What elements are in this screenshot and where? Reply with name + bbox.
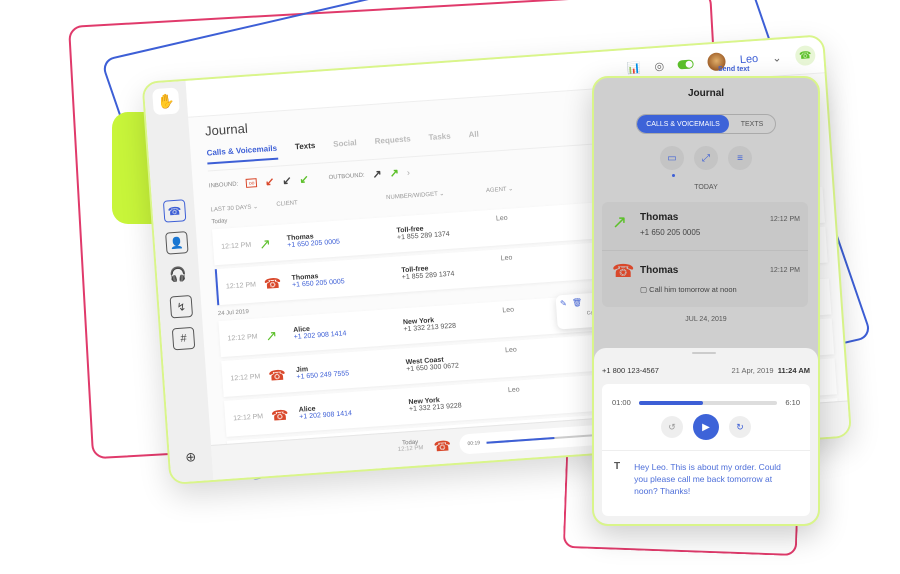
outbound-label: OUTBOUND: [328,172,365,181]
voicemail-call-icon: ☎ [433,437,452,455]
column-client: CLIENT [276,200,298,208]
mobile-journal-panel: Journal CALLS & VOICEMAILS TEXTS ▭ ⤢ ≡ T… [592,76,820,526]
outbound-call-icon: ↗ [612,212,628,232]
section-past-date: JUL 24, 2019 [685,316,727,323]
voicemail-call-icon: ☎ [270,406,290,424]
client-name: Thomas [291,273,319,282]
player-elapsed: 00:19 [467,440,481,448]
send-text-button[interactable]: Send text [718,66,750,73]
tab-all[interactable]: All [468,130,479,147]
availability-toggle[interactable] [677,58,695,69]
user-name[interactable]: Leo [739,53,758,66]
agent-name: Leo [504,346,518,355]
client-name: Alice [292,325,311,334]
mobile-title: Journal [687,88,725,99]
agent-name: Leo [500,254,513,263]
calls-card: ↗ Thomas +1 650 205 0005 12:12 PM ☎ Thom… [602,202,808,307]
player-elapsed: 01:00 [612,398,631,407]
filter-list-icon[interactable]: ≡ [728,146,752,170]
column-agent-select[interactable]: AGENT ⌄ [486,185,514,194]
player-time: 12:12 PM [397,445,424,453]
filter-outbound-icon[interactable]: ↗ [372,167,382,181]
filter-voicemail-icon[interactable]: oo [245,178,258,188]
segment-texts[interactable]: TEXTS [729,115,775,133]
tab-tasks[interactable]: Tasks [428,132,451,150]
filter-inbound-icon[interactable]: ↙ [282,174,292,188]
dialpad-button[interactable]: ☎ [794,44,816,67]
list-item[interactable]: ☎ Thomas ▢ Call him tomorrow at noon 12:… [602,251,808,307]
voicemail-player-card: 01:00 6:10 ↺ ▶ ↻ T Hey Leo. This is abou… [602,384,810,516]
row-time: 12:12 PM [227,332,258,343]
tab-social[interactable]: Social [333,138,358,156]
analytics-icon[interactable]: 📊 [626,61,641,75]
inbound-label: INBOUND: [208,180,239,189]
direction-filter-icon[interactable]: ⤢ [694,146,718,170]
list-item[interactable]: ↗ Thomas +1 650 205 0005 12:12 PM [602,202,808,251]
player-total: 6:10 [785,398,800,407]
voicemail-bottom-sheet: +1 800 123-4567 21 Apr, 2019 11:24 AM 01… [594,348,818,524]
player-progress-fill [485,437,555,444]
transcript: T Hey Leo. This is about my order. Could… [602,450,810,507]
filter-outbound-answered-icon[interactable]: ↗ [389,166,399,180]
voicemail-phone: +1 800 123-4567 [602,366,659,375]
row-time: 12:12 PM [230,372,261,382]
agent-name: Leo [495,214,508,223]
record-icon[interactable]: ◎ [654,59,664,73]
segment-calls-voicemails[interactable]: CALLS & VOICEMAILS [637,115,729,133]
tab-calls-voicemails[interactable]: Calls & Voicemails [206,143,278,165]
numbers-icon[interactable]: # [171,326,196,351]
transcript-icon: T [614,461,621,472]
tab-texts[interactable]: Texts [295,141,316,158]
voicemail-note: ▢ Call him tomorrow at noon [640,285,737,294]
contacts-icon[interactable]: 👤 [165,231,189,255]
skip-forward-button[interactable]: ↻ [729,416,751,438]
filter-answered-icon[interactable]: ↙ [299,173,309,187]
caller-name: Thomas [640,265,679,276]
caller-phone: +1 650 205 0005 [640,228,701,237]
call-time: 12:12 PM [770,216,800,223]
voicemail-date: 21 Apr, 2019 [731,366,774,375]
sheet-drag-handle[interactable] [692,352,716,354]
agent-name: Leo [507,386,520,395]
app-logo-icon[interactable]: ✋ [152,87,180,116]
play-button[interactable]: ▶ [693,414,719,440]
section-today: TODAY [694,184,718,191]
client-name: Alice [298,405,316,414]
call-time: 12:12 PM [770,267,800,274]
row-time: 12:12 PM [225,280,257,291]
client-name: Thomas [286,233,314,243]
voicemail-call-icon: ☎ [612,261,635,281]
player-seek-slider[interactable] [638,400,778,405]
filter-missed-icon[interactable]: ↙ [265,175,275,189]
row-time: 12:12 PM [220,241,252,251]
active-filter-dot [672,174,675,177]
tab-requests[interactable]: Requests [374,134,411,152]
call-flow-icon[interactable]: ↯ [169,294,194,319]
player-progress-fill [638,400,703,405]
caller-name: Thomas [640,212,679,223]
support-agent-icon[interactable]: 🎧 [167,263,188,284]
journal-calendar-icon[interactable]: ☎ [162,199,187,223]
settings-lifebuoy-icon[interactable]: ⊕ [180,447,201,468]
delete-trash-icon[interactable]: 🗑 [572,298,583,308]
skip-back-button[interactable]: ↺ [661,416,683,438]
voicemail-call-icon: ☎ [267,366,287,384]
voicemail-time: 11:24 AM [777,366,810,375]
agent-name: Leo [502,306,515,315]
client-name: Jim [295,366,309,374]
segment-control: CALLS & VOICEMAILS TEXTS [636,114,776,134]
column-number-select[interactable]: NUMBER/WIDGET ⌄ [386,187,486,201]
outbound-call-icon: ↗ [258,234,272,252]
outbound-call-icon: ↗ [264,326,278,344]
chevron-right-icon[interactable]: › [407,167,411,177]
transcript-text: Hey Leo. This is about my order. Could y… [634,462,781,496]
chevron-down-icon[interactable]: ⌄ [772,51,782,65]
calendar-filter-icon[interactable]: ▭ [660,146,684,170]
row-time: 12:12 PM [232,412,264,422]
period-select[interactable]: LAST 30 DAYS ⌄ [210,202,276,213]
voicemail-call-icon: ☎ [263,274,282,292]
edit-pencil-icon[interactable]: ✎ [560,299,567,308]
